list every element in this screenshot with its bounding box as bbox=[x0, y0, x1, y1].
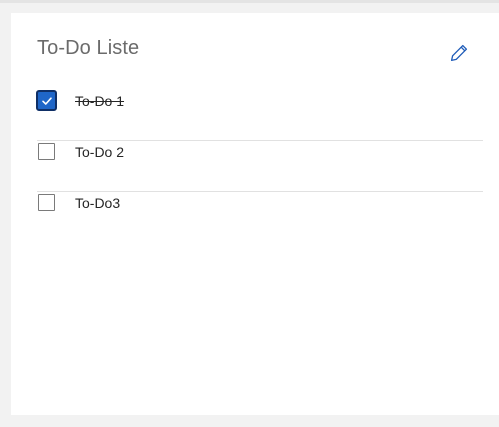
todo-card: To-Do Liste To-Do 1 To-Do 2 To-Do3 bbox=[11, 13, 499, 415]
todo-label: To-Do3 bbox=[75, 195, 121, 211]
card-title: To-Do Liste bbox=[37, 37, 140, 59]
todo-checkbox[interactable] bbox=[38, 194, 55, 211]
pencil-icon bbox=[450, 44, 468, 62]
todo-checkbox-checked[interactable] bbox=[36, 90, 57, 111]
edit-button[interactable] bbox=[444, 38, 474, 68]
todo-label: To-Do 1 bbox=[75, 93, 125, 109]
todo-label: To-Do 2 bbox=[75, 144, 125, 160]
checkmark-icon bbox=[41, 96, 52, 105]
todo-item[interactable]: To-Do3 bbox=[37, 192, 483, 243]
top-edge-strip bbox=[0, 0, 499, 3]
todo-item[interactable]: To-Do 1 bbox=[36, 90, 483, 141]
todo-list: To-Do 1 To-Do 2 To-Do3 bbox=[36, 90, 483, 243]
todo-checkbox[interactable] bbox=[38, 143, 55, 160]
todo-item[interactable]: To-Do 2 bbox=[37, 141, 483, 192]
